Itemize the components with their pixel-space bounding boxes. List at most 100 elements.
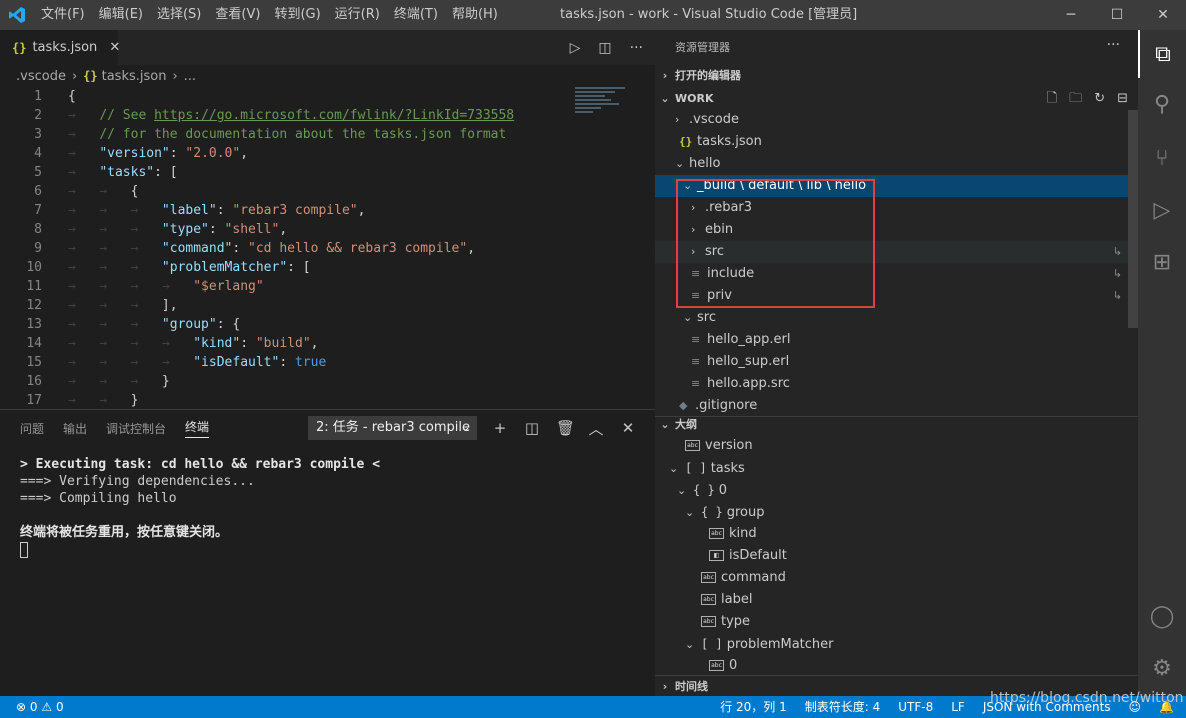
tab-terminal[interactable]: 终端 — [185, 418, 210, 438]
json-key: "group" — [161, 317, 217, 332]
section-open-editors[interactable]: › 打开的编辑器 — [655, 65, 1138, 87]
collapse-all-icon[interactable]: ⊟ — [1117, 88, 1128, 110]
file-lines-icon: ≡ — [691, 355, 701, 368]
problems-status[interactable]: ⊗ 0 ⚠ 0 — [16, 696, 64, 718]
menu-bar: 文件(F) 编辑(E) 选择(S) 查看(V) 转到(G) 运行(R) 终端(T… — [34, 0, 505, 30]
split-terminal-icon[interactable]: ◫ — [524, 419, 540, 437]
json-key: "tasks" — [99, 165, 155, 180]
menu-edit[interactable]: 编辑(E) — [92, 0, 150, 30]
menu-go[interactable]: 转到(G) — [267, 0, 327, 30]
source-control-icon[interactable]: ⑂ — [1138, 134, 1186, 182]
code-line: 17 → → } — [0, 391, 655, 409]
minimize-button[interactable]: ─ — [1048, 0, 1094, 30]
code-line: 14 → → → → "kind": "build", — [0, 334, 655, 353]
array-symbol-icon: [ ] — [685, 461, 707, 475]
breadcrumb-tail[interactable]: ... — [184, 69, 196, 84]
section-label: 大纲 — [675, 418, 697, 431]
outline-item-label[interactable]: abc label — [655, 589, 1138, 611]
maximize-panel-icon[interactable]: ︿ — [588, 418, 604, 439]
search-icon[interactable]: ⚲ — [1138, 80, 1186, 128]
outline-item-tasks[interactable]: ⌄[ ] tasks — [655, 457, 1138, 479]
terminal-output[interactable]: > Executing task: cd hello && rebar3 com… — [20, 456, 380, 558]
code-line: 8 → → → "type": "shell", — [0, 220, 655, 239]
close-tab-icon[interactable]: ✕ — [109, 40, 120, 55]
refresh-icon[interactable]: ↻ — [1094, 88, 1105, 110]
close-panel-icon[interactable]: ✕ — [620, 419, 636, 437]
outline-item-0[interactable]: abc 0 — [655, 655, 1138, 677]
tree-item-hello-app-erl[interactable]: ≡ hello_app.erl — [655, 329, 1138, 351]
code-line: 13 → → → "group": { — [0, 315, 655, 334]
string-symbol-icon: abc — [701, 594, 716, 605]
tab-label: tasks.json — [32, 40, 98, 55]
explorer-scrollbar[interactable] — [1128, 110, 1138, 328]
new-terminal-icon[interactable]: + — [492, 419, 508, 437]
code-text: → → → "label": "rebar3 compile", — [68, 203, 366, 218]
cursor-position[interactable]: 行 20，列 1 — [720, 696, 787, 718]
outline-item-0[interactable]: ⌄{ } 0 — [655, 479, 1138, 501]
line-number: 16 — [26, 374, 42, 389]
tab-tasks-json[interactable]: {} tasks.json ✕ — [0, 30, 120, 65]
section-workspace[interactable]: ⌄ WORK 🗋 🗀 ↻ ⊟ — [655, 88, 1138, 110]
terminal-select-value: 2: 任务 - rebar3 compile — [316, 420, 471, 435]
bracket: ], — [161, 298, 178, 313]
new-folder-icon[interactable]: 🗀 — [1069, 88, 1082, 110]
file-lines-icon: ≡ — [691, 377, 701, 390]
line-number: 11 — [26, 279, 42, 294]
close-window-button[interactable]: ✕ — [1140, 0, 1186, 30]
menu-run[interactable]: 运行(R) — [328, 0, 387, 30]
outline-item-isdefault[interactable]: ◧ isDefault — [655, 545, 1138, 567]
json-value: "rebar3 compile" — [232, 203, 358, 218]
comment-link[interactable]: https://go.microsoft.com/fwlink/?LinkId=… — [154, 108, 514, 123]
code-text: → → → ], — [68, 298, 178, 313]
outline-item-kind[interactable]: abc kind — [655, 523, 1138, 545]
extensions-icon[interactable]: ⊞ — [1138, 238, 1186, 286]
run-icon[interactable]: ▷ — [570, 40, 581, 56]
split-editor-icon[interactable]: ◫ — [598, 40, 611, 56]
tree-item-hello[interactable]: ⌄ hello — [655, 153, 1138, 175]
code-editor[interactable]: 1{ 2 → // See https://go.microsoft.com/fw… — [0, 87, 655, 409]
code-text: → // for the documentation about the tas… — [68, 127, 507, 142]
maximize-button[interactable]: ☐ — [1094, 0, 1140, 30]
more-actions-icon[interactable]: ··· — [1107, 30, 1120, 65]
tree-item-tasks-json[interactable]: {} tasks.json — [655, 131, 1138, 153]
new-file-icon[interactable]: 🗋 — [1047, 88, 1057, 110]
menu-view[interactable]: 查看(V) — [208, 0, 267, 30]
outline-item-group[interactable]: ⌄{ } group — [655, 501, 1138, 523]
object-symbol-icon: { } — [693, 483, 715, 497]
breadcrumb-file[interactable]: tasks.json — [102, 69, 167, 84]
code-line: 6 → → { — [0, 182, 655, 201]
tree-item-hello-app-src[interactable]: ≡ hello.app.src — [655, 373, 1138, 395]
section-outline[interactable]: ⌄ 大纲 — [655, 414, 1138, 436]
tree-item-src[interactable]: ⌄ src — [655, 307, 1138, 329]
code-text: → "version": "2.0.0", — [68, 146, 249, 161]
trash-icon[interactable]: 🗑 — [556, 419, 575, 437]
breadcrumb-folder[interactable]: .vscode — [16, 69, 66, 84]
tab-output[interactable]: 输出 — [63, 420, 87, 437]
outline-item-version[interactable]: abc version — [655, 435, 1138, 457]
tab-size[interactable]: 制表符长度: 4 — [805, 696, 881, 718]
symlink-icon: ↳ — [1112, 267, 1122, 280]
json-key: "label" — [161, 203, 217, 218]
outline-item-problemmatcher[interactable]: ⌄[ ] problemMatcher — [655, 633, 1138, 655]
line-number: 17 — [26, 393, 42, 408]
settings-gear-icon[interactable]: ⚙ — [1138, 644, 1186, 692]
array-symbol-icon: [ ] — [701, 637, 723, 651]
tree-item-vscode[interactable]: › .vscode — [655, 109, 1138, 131]
outline-item-command[interactable]: abc command — [655, 567, 1138, 589]
end-of-line[interactable]: LF — [951, 696, 965, 718]
encoding[interactable]: UTF-8 — [898, 696, 933, 718]
tab-problems[interactable]: 问题 — [20, 420, 44, 437]
menu-help[interactable]: 帮助(H) — [445, 0, 505, 30]
tab-debug-console[interactable]: 调试控制台 — [106, 420, 166, 437]
more-actions-icon[interactable]: ··· — [630, 40, 643, 56]
menu-file[interactable]: 文件(F) — [34, 0, 92, 30]
menu-selection[interactable]: 选择(S) — [150, 0, 208, 30]
outline-item-type[interactable]: abc type — [655, 611, 1138, 633]
explorer-files-icon[interactable]: ⧉ — [1138, 30, 1186, 78]
minimap[interactable] — [575, 87, 635, 127]
terminal-select[interactable]: 2: 任务 - rebar3 compile ⌄ — [308, 416, 477, 440]
account-icon[interactable]: ◯ — [1138, 592, 1186, 640]
run-debug-icon[interactable]: ▷ — [1138, 186, 1186, 234]
tree-item-hello-sup-erl[interactable]: ≡ hello_sup.erl — [655, 351, 1138, 373]
menu-terminal[interactable]: 终端(T) — [387, 0, 445, 30]
